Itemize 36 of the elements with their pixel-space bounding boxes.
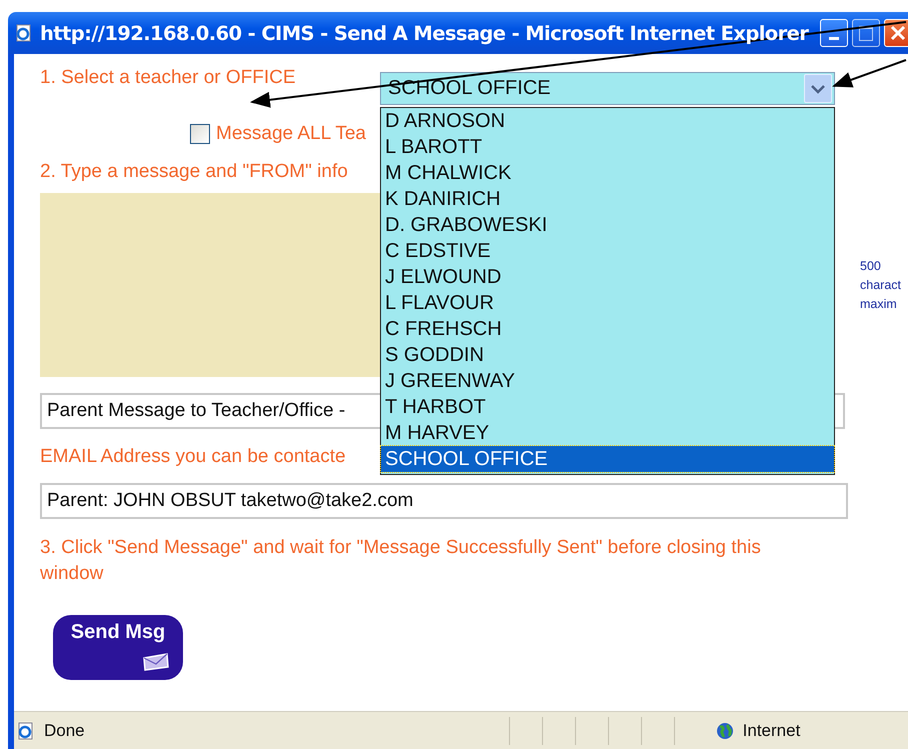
dropdown-option[interactable]: SCHOOL OFFICE (381, 446, 834, 472)
envelope-icon (141, 652, 171, 672)
status-text: Done (44, 720, 85, 740)
email-label: EMAIL Address you can be contacte (40, 445, 346, 469)
teacher-select[interactable]: SCHOOL OFFICE (380, 72, 835, 105)
globe-icon (714, 720, 735, 740)
checkbox[interactable] (190, 124, 210, 144)
dropdown-option[interactable]: D ARNOSON (381, 108, 834, 134)
dropdown-option[interactable]: S GODDIN (381, 342, 834, 368)
step-two-label: 2. Type a message and "FROM" info (40, 161, 348, 183)
dropdown-option[interactable]: M CHALWICK (381, 160, 834, 186)
close-icon (889, 24, 908, 42)
dropdown-chevron-icon[interactable] (804, 74, 832, 103)
character-limit-note: charact (860, 276, 901, 294)
send-button[interactable]: Send Msg (53, 615, 183, 680)
window-title: http://192.168.0.60 - CIMS - Send A Message - Microsoft Internet Explorer (40, 22, 808, 44)
dropdown-option[interactable]: K DANIRICH (381, 186, 834, 212)
dropdown-option[interactable]: T HARBOT (381, 394, 834, 420)
minimize-button[interactable] (820, 19, 848, 47)
character-limit-note: 500 (860, 258, 882, 274)
character-limit-note: maxim (860, 296, 898, 312)
security-zone: Internet (742, 720, 800, 740)
dropdown-option[interactable]: J GREENWAY (381, 368, 834, 394)
from-field[interactable]: Parent: JOHN OBSUT taketwo@take2.com (40, 483, 848, 519)
dropdown-option[interactable]: L BAROTT (381, 134, 834, 160)
dropdown-option[interactable]: C EDSTIVE (381, 238, 834, 264)
dropdown-option[interactable]: L FLAVOUR (381, 290, 834, 316)
step-three-label: 3. Click "Send Message" and wait for "Message Successfully Sent" before closing this window (40, 536, 762, 586)
dropdown-option[interactable]: D. GRABOWESKI (381, 212, 834, 238)
dropdown-option[interactable]: J ELWOUND (381, 264, 834, 290)
maximize-button[interactable] (852, 19, 880, 47)
dropdown-option[interactable]: C FREHSCH (381, 316, 834, 342)
step-one-label: 1. Select a teacher or OFFICE (40, 66, 297, 90)
message-all-label: Message ALL Tea (216, 123, 366, 145)
dropdown-option[interactable]: M HARVEY (381, 420, 834, 446)
close-button[interactable] (884, 19, 908, 47)
